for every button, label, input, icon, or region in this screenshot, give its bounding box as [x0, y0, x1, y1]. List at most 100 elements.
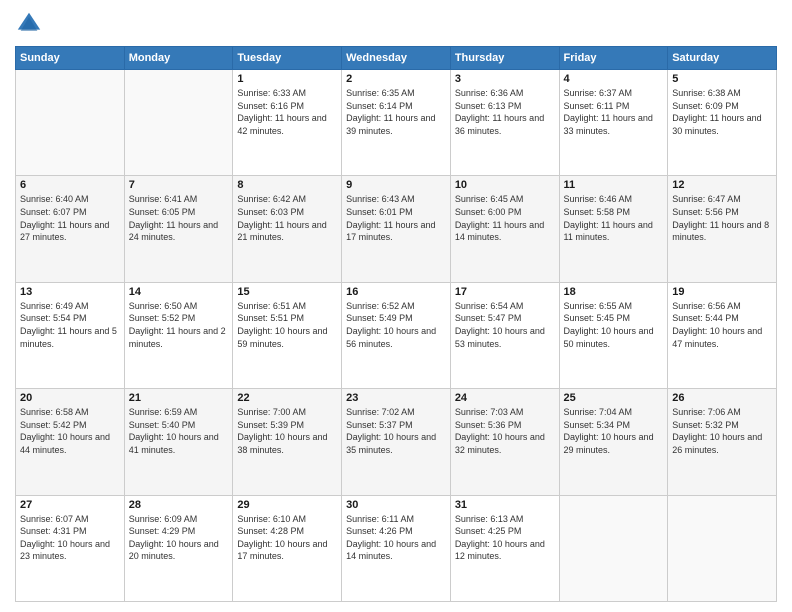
day-of-week-header: Wednesday: [342, 47, 451, 70]
day-of-week-header: Tuesday: [233, 47, 342, 70]
calendar-cell: 6 Sunrise: 6:40 AM Sunset: 6:07 PM Daylig…: [16, 176, 125, 282]
calendar-cell: 21 Sunrise: 6:59 AM Sunset: 5:40 PM Dayli…: [124, 389, 233, 495]
day-info: Sunrise: 6:41 AM Sunset: 6:05 PM Dayligh…: [129, 193, 229, 243]
calendar-cell: 17 Sunrise: 6:54 AM Sunset: 5:47 PM Dayli…: [450, 282, 559, 388]
calendar-cell: 9 Sunrise: 6:43 AM Sunset: 6:01 PM Daylig…: [342, 176, 451, 282]
calendar-cell: 27 Sunrise: 6:07 AM Sunset: 4:31 PM Dayli…: [16, 495, 125, 601]
calendar-cell: 31 Sunrise: 6:13 AM Sunset: 4:25 PM Dayli…: [450, 495, 559, 601]
calendar-cell: 20 Sunrise: 6:58 AM Sunset: 5:42 PM Dayli…: [16, 389, 125, 495]
day-number: 4: [564, 73, 664, 85]
calendar-header-row: SundayMondayTuesdayWednesdayThursdayFrid…: [16, 47, 777, 70]
day-info: Sunrise: 6:40 AM Sunset: 6:07 PM Dayligh…: [20, 193, 120, 243]
day-number: 20: [20, 392, 120, 404]
day-info: Sunrise: 6:13 AM Sunset: 4:25 PM Dayligh…: [455, 513, 555, 563]
day-number: 7: [129, 179, 229, 191]
day-number: 16: [346, 286, 446, 298]
day-info: Sunrise: 6:42 AM Sunset: 6:03 PM Dayligh…: [237, 193, 337, 243]
day-info: Sunrise: 6:36 AM Sunset: 6:13 PM Dayligh…: [455, 87, 555, 137]
calendar-cell: 12 Sunrise: 6:47 AM Sunset: 5:56 PM Dayli…: [668, 176, 777, 282]
calendar-cell: 7 Sunrise: 6:41 AM Sunset: 6:05 PM Daylig…: [124, 176, 233, 282]
calendar-cell: 1Sunrise: 6:33 AM Sunset: 6:16 PM Daylig…: [233, 70, 342, 176]
calendar-cell: [668, 495, 777, 601]
day-of-week-header: Sunday: [16, 47, 125, 70]
day-number: 9: [346, 179, 446, 191]
calendar-cell: 26Sunrise: 7:06 AM Sunset: 5:32 PM Dayli…: [668, 389, 777, 495]
day-number: 8: [237, 179, 337, 191]
day-number: 5: [672, 73, 772, 85]
day-info: Sunrise: 6:55 AM Sunset: 5:45 PM Dayligh…: [564, 300, 664, 350]
day-number: 10: [455, 179, 555, 191]
calendar-cell: 29Sunrise: 6:10 AM Sunset: 4:28 PM Dayli…: [233, 495, 342, 601]
day-info: Sunrise: 6:49 AM Sunset: 5:54 PM Dayligh…: [20, 300, 120, 350]
day-info: Sunrise: 6:09 AM Sunset: 4:29 PM Dayligh…: [129, 513, 229, 563]
day-number: 22: [237, 392, 337, 404]
day-info: Sunrise: 7:04 AM Sunset: 5:34 PM Dayligh…: [564, 406, 664, 456]
day-number: 21: [129, 392, 229, 404]
day-number: 6: [20, 179, 120, 191]
day-info: Sunrise: 6:54 AM Sunset: 5:47 PM Dayligh…: [455, 300, 555, 350]
day-info: Sunrise: 7:02 AM Sunset: 5:37 PM Dayligh…: [346, 406, 446, 456]
day-info: Sunrise: 6:47 AM Sunset: 5:56 PM Dayligh…: [672, 193, 772, 243]
calendar-cell: 8 Sunrise: 6:42 AM Sunset: 6:03 PM Daylig…: [233, 176, 342, 282]
calendar-cell: [559, 495, 668, 601]
calendar-week-row: 27 Sunrise: 6:07 AM Sunset: 4:31 PM Dayli…: [16, 495, 777, 601]
day-of-week-header: Friday: [559, 47, 668, 70]
day-number: 14: [129, 286, 229, 298]
day-number: 23: [346, 392, 446, 404]
day-info: Sunrise: 6:35 AM Sunset: 6:14 PM Dayligh…: [346, 87, 446, 137]
day-info: Sunrise: 6:46 AM Sunset: 5:58 PM Dayligh…: [564, 193, 664, 243]
calendar-cell: 3 Sunrise: 6:36 AM Sunset: 6:13 PM Daylig…: [450, 70, 559, 176]
day-info: Sunrise: 6:38 AM Sunset: 6:09 PM Dayligh…: [672, 87, 772, 137]
calendar-cell: 5 Sunrise: 6:38 AM Sunset: 6:09 PM Daylig…: [668, 70, 777, 176]
calendar-cell: [124, 70, 233, 176]
day-info: Sunrise: 6:37 AM Sunset: 6:11 PM Dayligh…: [564, 87, 664, 137]
day-number: 18: [564, 286, 664, 298]
day-number: 1: [237, 73, 337, 85]
day-number: 19: [672, 286, 772, 298]
day-info: Sunrise: 7:03 AM Sunset: 5:36 PM Dayligh…: [455, 406, 555, 456]
day-info: Sunrise: 6:56 AM Sunset: 5:44 PM Dayligh…: [672, 300, 772, 350]
day-number: 26: [672, 392, 772, 404]
day-info: Sunrise: 6:51 AM Sunset: 5:51 PM Dayligh…: [237, 300, 337, 350]
calendar-week-row: 20 Sunrise: 6:58 AM Sunset: 5:42 PM Dayli…: [16, 389, 777, 495]
day-info: Sunrise: 6:52 AM Sunset: 5:49 PM Dayligh…: [346, 300, 446, 350]
day-info: Sunrise: 6:59 AM Sunset: 5:40 PM Dayligh…: [129, 406, 229, 456]
calendar-cell: 19 Sunrise: 6:56 AM Sunset: 5:44 PM Dayli…: [668, 282, 777, 388]
calendar-cell: 2Sunrise: 6:35 AM Sunset: 6:14 PM Daylig…: [342, 70, 451, 176]
page: SundayMondayTuesdayWednesdayThursdayFrid…: [0, 0, 792, 612]
day-number: 25: [564, 392, 664, 404]
day-number: 17: [455, 286, 555, 298]
day-info: Sunrise: 6:43 AM Sunset: 6:01 PM Dayligh…: [346, 193, 446, 243]
calendar-cell: 30 Sunrise: 6:11 AM Sunset: 4:26 PM Dayli…: [342, 495, 451, 601]
day-info: Sunrise: 6:07 AM Sunset: 4:31 PM Dayligh…: [20, 513, 120, 563]
calendar-cell: 16 Sunrise: 6:52 AM Sunset: 5:49 PM Dayli…: [342, 282, 451, 388]
day-of-week-header: Thursday: [450, 47, 559, 70]
calendar-cell: 15Sunrise: 6:51 AM Sunset: 5:51 PM Dayli…: [233, 282, 342, 388]
calendar-week-row: 13Sunrise: 6:49 AM Sunset: 5:54 PM Dayli…: [16, 282, 777, 388]
calendar-cell: [16, 70, 125, 176]
calendar-table: SundayMondayTuesdayWednesdayThursdayFrid…: [15, 46, 777, 602]
calendar-cell: 25 Sunrise: 7:04 AM Sunset: 5:34 PM Dayli…: [559, 389, 668, 495]
day-info: Sunrise: 6:11 AM Sunset: 4:26 PM Dayligh…: [346, 513, 446, 563]
day-number: 31: [455, 499, 555, 511]
day-number: 12: [672, 179, 772, 191]
logo: [15, 10, 45, 38]
calendar-cell: 13Sunrise: 6:49 AM Sunset: 5:54 PM Dayli…: [16, 282, 125, 388]
calendar-cell: 22 Sunrise: 7:00 AM Sunset: 5:39 PM Dayli…: [233, 389, 342, 495]
day-number: 28: [129, 499, 229, 511]
day-info: Sunrise: 6:45 AM Sunset: 6:00 PM Dayligh…: [455, 193, 555, 243]
calendar-cell: 4 Sunrise: 6:37 AM Sunset: 6:11 PM Daylig…: [559, 70, 668, 176]
calendar-cell: 28 Sunrise: 6:09 AM Sunset: 4:29 PM Dayli…: [124, 495, 233, 601]
calendar-week-row: 6 Sunrise: 6:40 AM Sunset: 6:07 PM Daylig…: [16, 176, 777, 282]
logo-icon: [15, 10, 43, 38]
day-number: 3: [455, 73, 555, 85]
day-info: Sunrise: 7:00 AM Sunset: 5:39 PM Dayligh…: [237, 406, 337, 456]
day-number: 27: [20, 499, 120, 511]
day-number: 11: [564, 179, 664, 191]
day-info: Sunrise: 6:58 AM Sunset: 5:42 PM Dayligh…: [20, 406, 120, 456]
calendar-cell: 18 Sunrise: 6:55 AM Sunset: 5:45 PM Dayli…: [559, 282, 668, 388]
day-info: Sunrise: 6:50 AM Sunset: 5:52 PM Dayligh…: [129, 300, 229, 350]
header: [15, 10, 777, 38]
day-number: 24: [455, 392, 555, 404]
day-number: 30: [346, 499, 446, 511]
